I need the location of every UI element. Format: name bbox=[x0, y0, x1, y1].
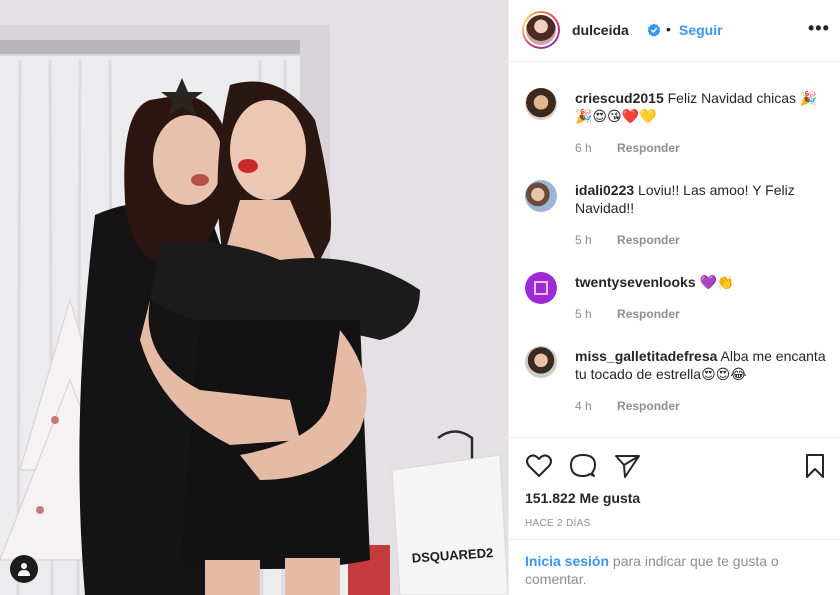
comment-icon[interactable] bbox=[569, 452, 597, 480]
comment-time: 5 h bbox=[575, 233, 592, 247]
post-side-panel: dulceida • Seguir ••• criescud2015 Feliz… bbox=[508, 0, 840, 595]
post-actions: 151.822 Me gusta HACE 2 DÍAS Inicia sesi… bbox=[509, 437, 840, 595]
author-username[interactable]: dulceida bbox=[572, 22, 629, 38]
more-options-icon[interactable]: ••• bbox=[808, 18, 829, 42]
commenter-avatar[interactable] bbox=[525, 88, 557, 120]
post-header: dulceida • Seguir ••• bbox=[509, 0, 840, 62]
comment-time: 5 h bbox=[575, 307, 592, 321]
commenter-avatar[interactable] bbox=[525, 346, 557, 378]
likes-count[interactable]: 151.822 Me gusta bbox=[525, 490, 640, 506]
reply-button[interactable]: Responder bbox=[617, 307, 680, 321]
commenter-avatar[interactable] bbox=[525, 180, 557, 212]
commenter-avatar[interactable] bbox=[525, 272, 557, 304]
heart-icon[interactable] bbox=[525, 452, 553, 480]
login-prompt: Inicia sesión para indicar que te gusta … bbox=[509, 539, 840, 595]
user-tag-icon bbox=[18, 563, 30, 576]
comment-username[interactable]: miss_galletitadefresa bbox=[575, 348, 717, 364]
comment-username[interactable]: criescud2015 bbox=[575, 90, 664, 106]
comment-username[interactable]: twentysevenlooks bbox=[575, 274, 696, 290]
author-avatar[interactable] bbox=[522, 11, 560, 49]
comment-time: 6 h bbox=[575, 141, 592, 155]
post-photo[interactable]: DSQUARED2 bbox=[0, 0, 508, 595]
reply-button[interactable]: Responder bbox=[617, 233, 680, 247]
reply-button[interactable]: Responder bbox=[617, 141, 680, 155]
post-timestamp: HACE 2 DÍAS bbox=[525, 518, 591, 529]
bookmark-icon[interactable] bbox=[801, 452, 829, 480]
comment-username[interactable]: idali0223 bbox=[575, 182, 634, 198]
verified-badge-icon bbox=[647, 23, 661, 37]
header-separator: • bbox=[666, 21, 671, 37]
reply-button[interactable]: Responder bbox=[617, 399, 680, 413]
share-icon[interactable] bbox=[613, 452, 641, 480]
user-tag-button[interactable] bbox=[10, 555, 38, 583]
comments-list[interactable]: criescud2015 Feliz Navidad chicas 🎉🎉😍😘❤️… bbox=[509, 63, 840, 437]
login-link[interactable]: Inicia sesión bbox=[525, 553, 609, 569]
follow-button[interactable]: Seguir bbox=[679, 22, 723, 38]
photo-illustration: DSQUARED2 bbox=[0, 0, 508, 595]
comment-text: 💜👏 bbox=[699, 274, 735, 290]
comment-time: 4 h bbox=[575, 399, 592, 413]
